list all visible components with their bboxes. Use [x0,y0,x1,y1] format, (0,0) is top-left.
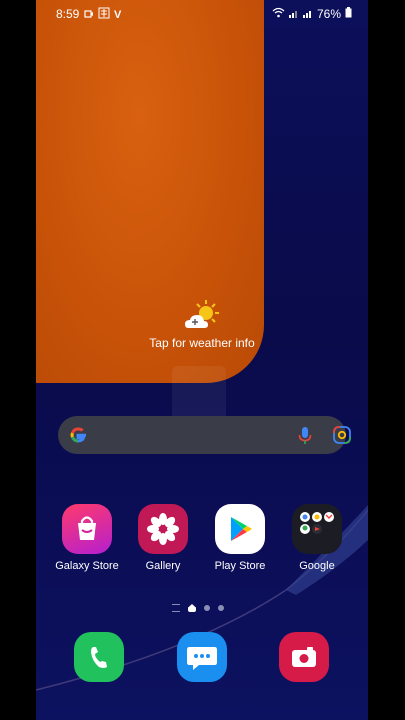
weather-widget[interactable]: Tap for weather info [136,298,268,350]
page-dot [204,605,210,611]
messages-app[interactable] [177,632,227,682]
signal-icon [98,7,110,22]
notification-icon [84,8,94,22]
home-screen: 8:59 V 76% Tap for weather info Galaxy S… [36,0,368,720]
weather-label: Tap for weather info [149,336,255,350]
menu-lines-icon [172,604,180,612]
app-galaxy-store[interactable]: Galaxy Store [51,504,123,572]
google-folder-icon [292,504,342,554]
app-label: Galaxy Store [55,560,119,572]
status-bar: 8:59 V 76% [36,0,368,28]
camera-app[interactable] [279,632,329,682]
wallpaper-curve [36,505,368,691]
play-store-icon [215,504,265,554]
galaxy-store-icon [62,504,112,554]
phone-icon [91,647,107,668]
google-logo-icon [68,425,88,445]
phone-app[interactable] [74,632,124,682]
gallery-flower-icon [138,504,188,554]
app-label: Gallery [145,560,181,572]
app-gallery[interactable]: Gallery [127,504,199,572]
v-icon: V [114,8,122,21]
app-label: Google [299,560,335,572]
page-dot [218,605,224,611]
app-play-store[interactable]: Play Store [204,504,276,572]
messages-icon [187,647,217,670]
camera-icon [292,647,316,667]
home-page-icon [188,604,196,612]
microphone-icon[interactable] [296,425,314,445]
cell-signal-icon [302,7,313,21]
lens-icon[interactable] [332,425,352,445]
cell-signal-icon [288,7,299,21]
battery-percent: 76% [316,7,341,21]
status-time: 8:59 [56,7,80,21]
app-label: Play Store [214,560,266,572]
page-indicator[interactable] [172,604,224,612]
battery-icon [345,7,352,21]
weather-sun-cloud-icon [182,298,222,332]
wifi-icon [272,7,285,21]
app-google-folder[interactable]: Google [281,504,353,572]
google-search-bar[interactable] [58,416,351,454]
